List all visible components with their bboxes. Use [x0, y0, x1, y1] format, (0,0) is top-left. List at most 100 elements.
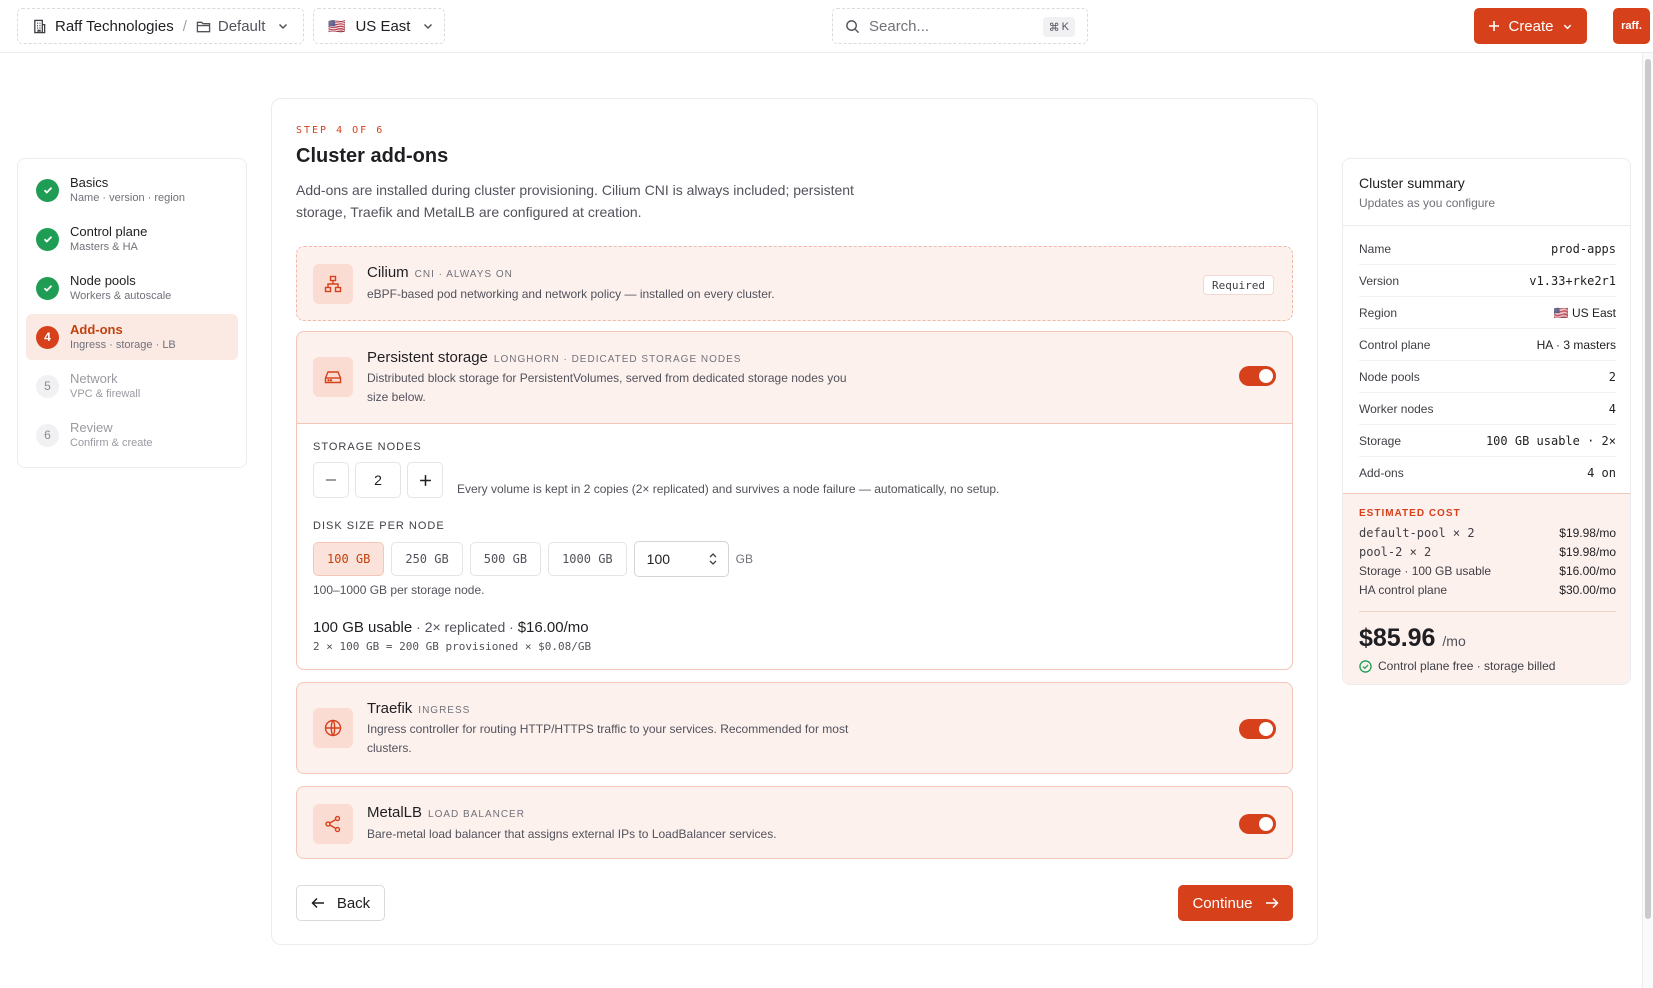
check-icon: [36, 227, 59, 251]
hard-drive-icon: [313, 357, 353, 397]
size-option-1000[interactable]: 1000 GB: [548, 542, 627, 576]
spinner-icon: [708, 552, 718, 566]
addon-name: Persistent storage: [367, 349, 488, 366]
storage-toggle[interactable]: [1239, 366, 1276, 386]
step-control-plane[interactable]: Control plane Masters & HA: [26, 216, 238, 262]
step-number: 6: [36, 423, 59, 447]
billing-note: Control plane free · storage billed: [1359, 659, 1555, 673]
summary-subtitle: Updates as you configure: [1359, 196, 1496, 210]
region-selector[interactable]: 🇺🇸 US East: [313, 8, 445, 44]
addon-card-storage: Persistent storage LONGHORN · DEDICATED S…: [296, 331, 1293, 670]
addon-tag: LONGHORN · DEDICATED STORAGE NODES: [493, 354, 742, 365]
size-option-250[interactable]: 250 GB: [391, 542, 463, 576]
custom-size-input[interactable]: 100: [633, 541, 729, 577]
row-label: Version: [1359, 273, 1400, 288]
summary-row: Control plane HA · 3 masters: [1359, 329, 1616, 361]
disk-size-options: 100 GB 250 GB 500 GB 1000 GB 100 GB: [313, 541, 753, 577]
share-icon: [313, 804, 353, 844]
chevron-down-icon: [1562, 21, 1573, 32]
search-placeholder: Search...: [869, 17, 930, 35]
check-circle-icon: [1359, 659, 1372, 673]
storage-config: STORAGE NODES 2 Every volume is kept in …: [297, 423, 1292, 669]
step-add-ons[interactable]: 4 Add-ons Ingress · storage · LB: [26, 314, 238, 360]
row-value: v1.33+rke2r1: [1529, 273, 1616, 288]
storage-nodes-value[interactable]: 2: [355, 462, 401, 498]
shortcut-key: K: [1061, 21, 1069, 33]
region-label: US East: [355, 17, 411, 35]
cost-value: $19.98/mo: [1559, 545, 1616, 559]
search-icon: [845, 19, 860, 34]
traefik-toggle[interactable]: [1239, 719, 1276, 739]
command-icon: ⌘: [1048, 21, 1060, 34]
create-button[interactable]: Create: [1474, 8, 1587, 44]
divider: [1343, 225, 1630, 226]
cost-value: $16.00/mo: [1559, 564, 1616, 578]
increment-button[interactable]: [407, 462, 443, 498]
summary-row: Add-ons 4 on: [1359, 457, 1616, 489]
breadcrumb-separator: /: [182, 17, 187, 35]
addon-tag: INGRESS: [418, 705, 471, 716]
step-node-pools[interactable]: Node pools Workers & autoscale: [26, 265, 238, 311]
check-icon: [36, 178, 59, 202]
summary-row: Region 🇺🇸 US East: [1359, 297, 1616, 329]
addon-card-cilium: Cilium CNI · ALWAYS ON eBPF-based pod net…: [296, 246, 1293, 321]
cost-value: $19.98/mo: [1559, 526, 1616, 540]
check-icon: [36, 276, 59, 300]
row-value: 🇺🇸 US East: [1553, 305, 1616, 320]
summary-rows: Name prod-apps Version v1.33+rke2r1 Region…: [1359, 233, 1616, 489]
row-value: 2: [1608, 369, 1616, 384]
metallb-toggle[interactable]: [1239, 814, 1276, 834]
required-badge: Required: [1203, 275, 1274, 295]
addon-card-traefik: Traefik INGRESS Ingress controller for ro…: [296, 682, 1293, 774]
org-name: Raff Technologies: [55, 17, 174, 35]
addon-title: Persistent storage LONGHORN · DEDICATED S…: [367, 349, 741, 366]
row-value: HA · 3 masters: [1536, 337, 1616, 352]
wizard-steps: Basics Name · version · region Control pl…: [17, 158, 247, 468]
cost-value: $30.00/mo: [1559, 583, 1616, 597]
keyboard-shortcut: ⌘ K: [1042, 17, 1075, 37]
back-button[interactable]: Back: [296, 885, 385, 921]
size-range-hint: 100–1000 GB per storage node.: [313, 583, 485, 597]
replication-text: · 2× replicated ·: [412, 619, 518, 635]
summary-row: Storage 100 GB usable · 2×: [1359, 425, 1616, 457]
org-project-switcher[interactable]: Raff Technologies / Default: [17, 8, 304, 44]
cost-row: default-pool × 2 $19.98/mo: [1359, 526, 1616, 545]
cost-item: pool-2 × 2: [1359, 545, 1432, 559]
step-subtitle: Ingress · storage · LB: [70, 339, 176, 351]
addon-card-metallb: MetalLB LOAD BALANCER Bare-metal load bal…: [296, 786, 1293, 859]
addon-description: Bare-metal load balancer that assigns ex…: [367, 827, 777, 841]
step-subtitle: VPC & firewall: [70, 388, 141, 400]
summary-row: Node pools 2: [1359, 361, 1616, 393]
step-number: 5: [36, 374, 59, 398]
addon-description: eBPF-based pod networking and network po…: [367, 287, 775, 301]
size-option-500[interactable]: 500 GB: [469, 542, 542, 576]
cost-rows: default-pool × 2 $19.98/mo pool-2 × 2 $19.…: [1359, 526, 1616, 602]
step-review[interactable]: 6 Review Confirm & create: [26, 412, 238, 458]
summary-row: Name prod-apps: [1359, 233, 1616, 265]
step-title: Control plane: [70, 224, 148, 239]
avatar[interactable]: raff.: [1613, 8, 1650, 44]
unit-label: GB: [735, 552, 753, 566]
search-bar[interactable]: Search... ⌘ K: [832, 8, 1088, 44]
addon-name: MetalLB: [367, 804, 423, 821]
back-label: Back: [336, 894, 371, 912]
page-scrollbar[interactable]: [1642, 53, 1653, 988]
addon-name: Cilium: [367, 264, 409, 281]
step-network[interactable]: 5 Network VPC & firewall: [26, 363, 238, 409]
size-option-100[interactable]: 100 GB: [313, 542, 385, 576]
scrollbar-thumb[interactable]: [1645, 59, 1651, 919]
folder-icon: [196, 19, 211, 34]
step-basics[interactable]: Basics Name · version · region: [26, 167, 238, 213]
addon-tag: LOAD BALANCER: [428, 809, 525, 820]
row-label: Control plane: [1359, 337, 1431, 352]
project-name: Default: [217, 17, 266, 35]
decrement-button[interactable]: [313, 462, 349, 498]
continue-button[interactable]: Continue: [1178, 885, 1293, 921]
storage-formula: 2 × 100 GB = 200 GB provisioned × $0.08/…: [313, 640, 592, 653]
row-label: Name: [1359, 241, 1392, 256]
arrow-left-icon: [311, 896, 325, 910]
row-label: Add-ons: [1359, 466, 1404, 480]
page-description: Add-ons are installed during cluster pro…: [296, 182, 854, 220]
row-label: Storage: [1359, 433, 1402, 448]
addons-panel: STEP 4 OF 6 Cluster add-ons Add-ons are …: [271, 98, 1318, 945]
